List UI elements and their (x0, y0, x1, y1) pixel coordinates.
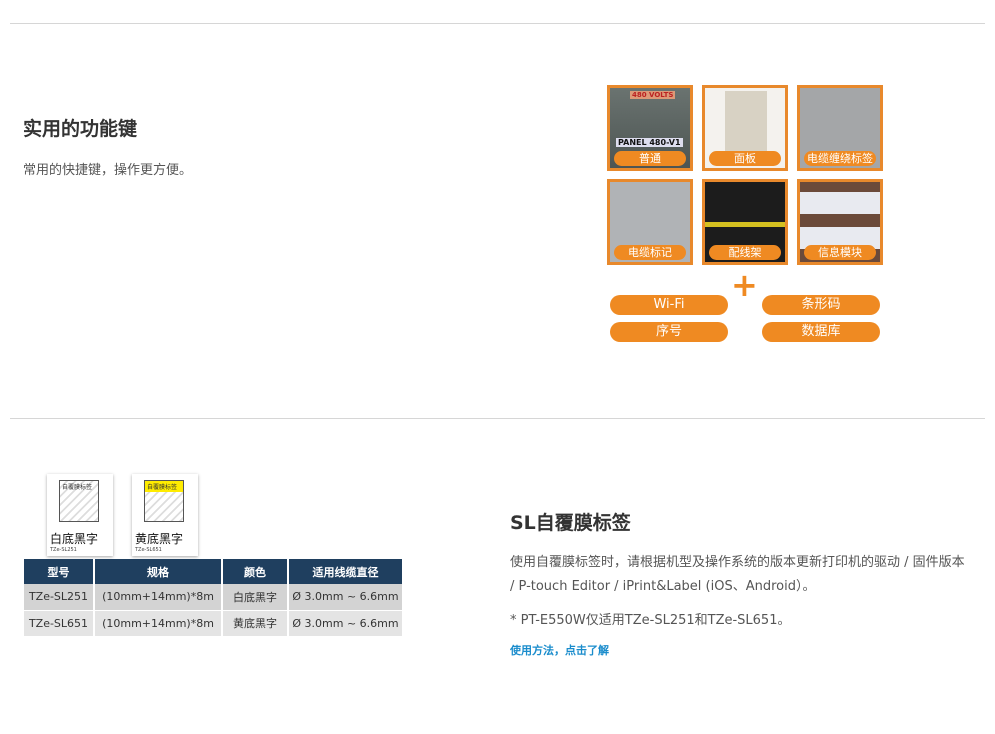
section1-title: 实用的功能键 (23, 118, 138, 140)
feature-database: 数据库 (762, 322, 880, 342)
section2-note: * PT-E550W仅适用TZe-SL251和TZe-SL651。 (510, 613, 791, 628)
tile-general: 480 VOLTS PANEL 480-V1 普通 (607, 85, 693, 171)
cell: (10mm+14mm)*8m (94, 610, 223, 637)
col-spec: 规格 (94, 559, 223, 584)
cell: 白底黑字 (222, 584, 289, 611)
table-row: TZe-SL251 (10mm+14mm)*8m 白底黑字 Ø 3.0mm ~ 6.6… (24, 584, 404, 611)
cell: 黄底黑字 (222, 610, 289, 637)
card-name: 黄底黑字 (135, 532, 184, 546)
tile-label: 配线架 (709, 245, 781, 260)
col-diameter: 适用线缆直径 (288, 559, 404, 584)
tile-panel: 面板 (702, 85, 788, 171)
feature-barcode: 条形码 (762, 295, 880, 315)
card-header: 自覆膜标签 (145, 481, 183, 492)
col-color: 颜色 (222, 559, 289, 584)
tile-cable-marker: 电缆标记 (607, 179, 693, 265)
plus-icon: + (731, 266, 758, 304)
tile-label: 信息模块 (804, 245, 876, 260)
usage-link[interactable]: 使用方法，点击了解 (510, 642, 609, 658)
divider-middle (10, 418, 985, 419)
cell: Ø 3.0mm ~ 6.6mm (288, 610, 404, 637)
section1-description: 常用的快捷键，操作更方便。 (23, 163, 193, 178)
label-card-white: 自覆膜标签 白底黑字 TZe-SL251 (47, 474, 113, 556)
tile-label: 电缆标记 (614, 245, 686, 260)
card-model: TZe-SL651 (135, 547, 162, 553)
feature-serial: 序号 (610, 322, 728, 342)
spec-table: 型号 规格 颜色 适用线缆直径 TZe-SL251 (10mm+14mm)*8m 白底黑字… (24, 559, 404, 637)
cell: (10mm+14mm)*8m (94, 584, 223, 611)
cell: TZe-SL251 (24, 584, 95, 611)
card-name: 白底黑字 (50, 532, 99, 546)
tile-cable-wrap: 电缆缠绕标签 (797, 85, 883, 171)
card-header: 自覆膜标签 (62, 484, 93, 491)
feature-wifi: Wi-Fi (610, 295, 728, 315)
col-model: 型号 (24, 559, 95, 584)
card-model: TZe-SL251 (50, 547, 77, 553)
tile-label: 电缆缠绕标签 (804, 151, 876, 166)
divider-top (10, 23, 985, 24)
label-card-yellow: 自覆膜标签 黄底黑字 TZe-SL651 (132, 474, 198, 556)
tile-patch-panel: 配线架 (702, 179, 788, 265)
tile-photo-sub: 480 VOLTS (630, 91, 676, 99)
section2-title: SL自覆膜标签 (510, 512, 631, 534)
tile-info-module: 信息模块 (797, 179, 883, 265)
table-row: TZe-SL651 (10mm+14mm)*8m 黄底黑字 Ø 3.0mm ~ 6.6… (24, 610, 404, 637)
tile-photo-text: PANEL 480-V1 (616, 138, 683, 147)
cell: TZe-SL651 (24, 610, 95, 637)
tile-label: 普通 (614, 151, 686, 166)
tile-label: 面板 (709, 151, 781, 166)
section2-description: 使用自覆膜标签时，请根据机型及操作系统的版本更新打印机的驱动 / 固件版本 / … (510, 555, 965, 594)
cell: Ø 3.0mm ~ 6.6mm (288, 584, 404, 611)
